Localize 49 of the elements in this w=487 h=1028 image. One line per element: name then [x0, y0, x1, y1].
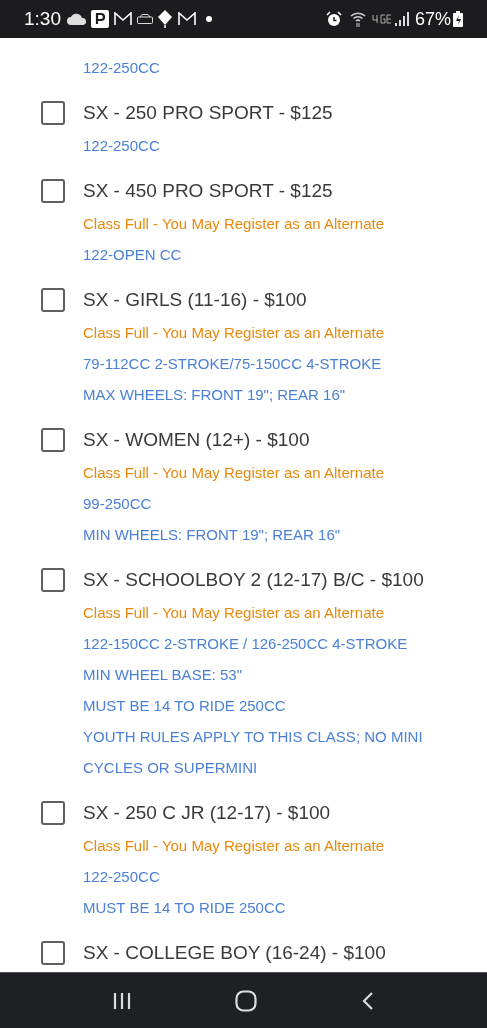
class-full-notice: Class Full - You May Register as an Alternate — [83, 603, 385, 623]
class-requirement: 122-250CC — [83, 136, 161, 156]
class-requirement: 122-150CC 2-STROKE / 126-250CC 4-STROKE — [83, 634, 409, 654]
class-requirement: 122-250CC — [83, 58, 161, 78]
alarm-icon — [325, 11, 342, 27]
class-title: SX - COLLEGE BOY (16-24) - $100 — [83, 940, 386, 965]
back-icon[interactable] — [361, 990, 376, 1011]
diamond-icon — [158, 10, 172, 28]
checkbox[interactable] — [41, 179, 65, 203]
network-type-icon — [371, 14, 392, 24]
mail-icon — [114, 12, 132, 26]
checkbox[interactable] — [41, 288, 65, 312]
class-full-notice: Class Full - You May Register as an Alternate — [83, 463, 385, 483]
class-requirement: 79-112CC 2-STROKE/75-150CC 4-STROKE — [83, 354, 383, 374]
class-requirement: MUST BE 14 TO RIDE 250CC — [83, 696, 287, 716]
class-requirement: 122-250CC — [83, 867, 161, 887]
parking-icon — [91, 10, 109, 28]
battery-percent: 67% — [414, 7, 451, 31]
wifi-icon — [349, 11, 366, 27]
checkbox[interactable] — [41, 801, 65, 825]
cloud-icon — [67, 13, 87, 25]
checkbox[interactable] — [41, 428, 65, 452]
mail-icon — [178, 12, 196, 26]
class-title: SX - 450 PRO SPORT - $125 — [83, 178, 333, 203]
class-requirement: MIN WHEEL BASE: 53" — [83, 665, 243, 685]
battery-icon — [453, 11, 463, 27]
checkbox[interactable] — [41, 101, 65, 125]
home-icon[interactable] — [235, 989, 258, 1012]
checkbox[interactable] — [41, 568, 65, 592]
class-title: SX - GIRLS (11-16) - $100 — [83, 287, 307, 312]
class-full-notice: Class Full - You May Register as an Alternate — [83, 214, 385, 234]
class-title: SX - SCHOOLBOY 2 (12-17) B/C - $100 — [83, 567, 424, 592]
class-title: SX - 250 PRO SPORT - $125 — [83, 100, 333, 125]
class-requirement: 122-OPEN CC — [83, 245, 183, 265]
class-requirement: MUST BE 14 TO RIDE 250CC — [83, 898, 287, 918]
class-requirement: MAX WHEELS: FRONT 19"; REAR 16" — [83, 385, 347, 405]
signal-icon — [394, 12, 409, 26]
checkbox[interactable] — [41, 941, 65, 965]
car-icon — [137, 14, 153, 24]
class-full-notice: Class Full - You May Register as an Alternate — [83, 323, 385, 343]
class-title: SX - 250 C JR (12-17) - $100 — [83, 800, 331, 825]
class-requirement: MIN WHEELS: FRONT 19"; REAR 16" — [83, 525, 342, 545]
class-full-notice: Class Full - You May Register as an Alternate — [83, 836, 385, 856]
class-requirement: 99-250CC — [83, 494, 153, 514]
recent-apps-icon[interactable] — [111, 991, 132, 1010]
class-requirement: YOUTH RULES APPLY TO THIS CLASS; NO MINI CYCLES OR SUPERMINI — [83, 727, 424, 778]
class-title: SX - WOMEN (12+) - $100 — [83, 427, 310, 452]
dot-icon — [206, 16, 212, 22]
clock: 1:30 — [24, 6, 61, 31]
